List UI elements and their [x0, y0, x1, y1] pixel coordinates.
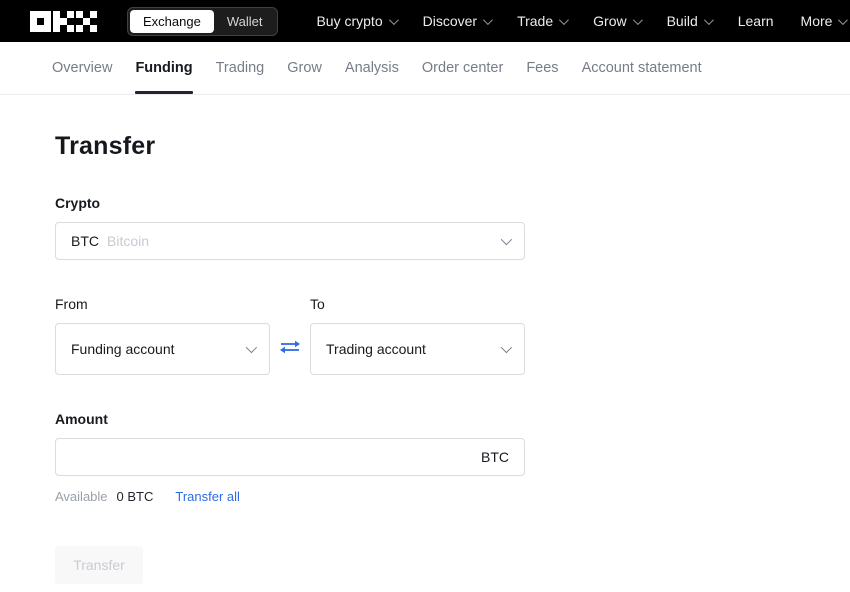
tab-trading[interactable]: Trading [216, 42, 265, 94]
okx-logo-o-glyph [30, 10, 51, 32]
crypto-section: Crypto BTC Bitcoin [55, 195, 795, 260]
available-value: 0 BTC [116, 489, 154, 504]
chevron-down-icon [388, 14, 399, 25]
tab-analysis[interactable]: Analysis [345, 42, 399, 94]
nav-item-label: Build [666, 13, 698, 29]
chevron-down-icon [500, 341, 513, 354]
transfer-all-link[interactable]: Transfer all [175, 489, 240, 504]
tab-funding[interactable]: Funding [135, 42, 193, 94]
exchange-wallet-toggle: Exchange Wallet [127, 6, 279, 36]
to-account-value: Trading account [326, 341, 426, 357]
nav-item-more[interactable]: More [800, 13, 849, 29]
crypto-name-placeholder: Bitcoin [107, 233, 150, 249]
nav-item-label: More [800, 13, 833, 29]
okx-logo-x-glyph [76, 10, 97, 32]
toggle-wallet[interactable]: Wallet [214, 10, 276, 33]
account-subnav: Overview Funding Trading Grow Analysis O… [0, 42, 850, 95]
nav-item-buy-crypto[interactable]: Buy crypto [316, 13, 399, 29]
crypto-symbol: BTC [71, 233, 99, 249]
top-navbar: Exchange Wallet Buy crypto Discover Trad… [0, 0, 850, 42]
to-account-select[interactable]: Trading account [310, 323, 525, 375]
swap-arrows-icon [280, 340, 300, 354]
available-label: Available [55, 489, 108, 504]
nav-item-label: Grow [593, 13, 627, 29]
amount-currency: BTC [481, 449, 509, 465]
available-row: Available 0 BTC Transfer all [55, 489, 795, 504]
tab-order-center[interactable]: Order center [422, 42, 503, 94]
from-column: From Funding account [55, 296, 270, 375]
swap-accounts-button[interactable] [270, 321, 310, 373]
chevron-down-icon [703, 14, 714, 25]
nav-item-label: Discover [422, 13, 478, 29]
chevron-down-icon [632, 14, 643, 25]
tab-fees[interactable]: Fees [526, 42, 558, 94]
from-account-select[interactable]: Funding account [55, 323, 270, 375]
amount-section: Amount BTC Available 0 BTC Transfer all [55, 411, 795, 504]
tab-grow[interactable]: Grow [287, 42, 322, 94]
chevron-down-icon [483, 14, 493, 25]
nav-item-label: Learn [737, 13, 774, 29]
amount-input-wrap: BTC [55, 438, 525, 476]
toggle-exchange[interactable]: Exchange [130, 9, 214, 33]
amount-label: Amount [55, 411, 108, 427]
crypto-select[interactable]: BTC Bitcoin [55, 222, 525, 260]
nav-item-discover[interactable]: Discover [422, 13, 493, 29]
nav-item-label: Trade [517, 13, 554, 29]
chevron-down-icon [245, 341, 258, 354]
chevron-down-icon [500, 233, 513, 246]
tab-account-statement[interactable]: Account statement [582, 42, 702, 94]
from-account-value: Funding account [71, 341, 175, 357]
chevron-down-icon [559, 14, 570, 25]
from-to-section: From Funding account To Trading account [55, 296, 795, 375]
crypto-label: Crypto [55, 195, 101, 211]
nav-item-build[interactable]: Build [666, 13, 714, 29]
nav-item-grow[interactable]: Grow [593, 13, 643, 29]
from-label: From [55, 296, 88, 312]
transfer-submit-button[interactable]: Transfer [55, 546, 143, 584]
nav-item-trade[interactable]: Trade [517, 13, 570, 29]
page-title: Transfer [55, 132, 156, 160]
tab-overview[interactable]: Overview [52, 42, 112, 94]
amount-input[interactable] [71, 449, 473, 465]
okx-logo[interactable] [30, 10, 97, 32]
to-column: To Trading account [310, 296, 525, 375]
okx-logo-k-glyph [53, 10, 74, 32]
transfer-page: Transfer Crypto BTC Bitcoin From Funding… [0, 95, 850, 584]
to-label: To [310, 296, 325, 312]
nav-item-label: Buy crypto [316, 13, 383, 29]
top-nav-menu: Buy crypto Discover Trade Grow Build Lea… [316, 13, 849, 29]
nav-item-learn[interactable]: Learn [738, 13, 774, 29]
chevron-down-icon [838, 14, 849, 25]
